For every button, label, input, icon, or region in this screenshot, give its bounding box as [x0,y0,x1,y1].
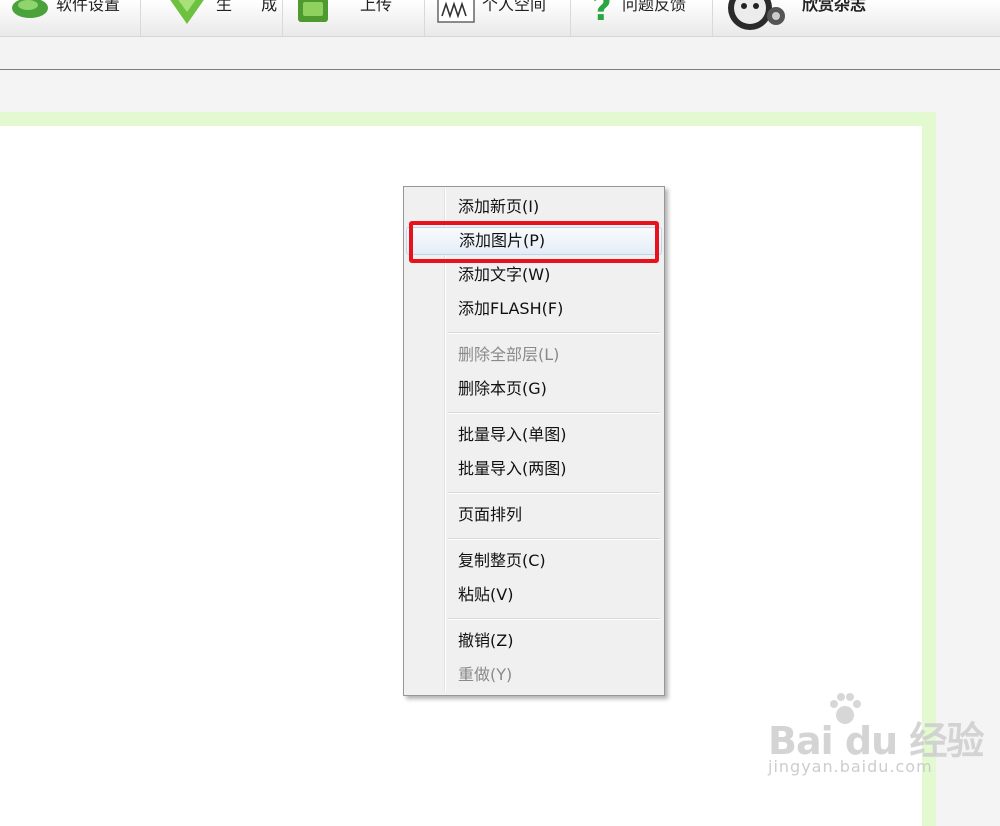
avatar-icon [728,0,785,30]
menu-item-label: 添加新页(I) [458,197,540,216]
upload-icon [298,0,328,22]
menu-separator [448,618,660,620]
menu-item-label: 复制整页(C) [458,551,546,570]
menu-item-batch-import-single[interactable]: 批量导入(单图) [406,421,662,449]
toolbar-label-personal-space: 个人空间 [482,0,547,14]
menu-item-copy-page[interactable]: 复制整页(C) [406,547,662,575]
menu-item-label: 页面排列 [458,505,523,524]
menu-item-redo: 重做(Y) [406,661,662,689]
toolbar-label-settings: 软件设置 [56,0,121,14]
toolbar: 软件设置 生 成 上传 个人空间 ? 问题反馈 [0,0,1000,37]
menu-item-label: 添加FLASH(F) [458,299,564,318]
menu-separator [448,332,660,334]
secondary-toolbar [0,37,1000,70]
menu-item-delete-page[interactable]: 删除本页(G) [406,375,662,403]
highlight-annotation-box [409,221,659,263]
help-icon: ? [592,0,612,28]
toolbar-label-browse-magazines: 欣赏杂志 [802,0,867,14]
software-settings-button[interactable]: 软件设置 [0,0,138,36]
menu-item-undo[interactable]: 撤销(Z) [406,627,662,655]
menu-separator [448,492,660,494]
menu-item-label: 批量导入(两图) [458,459,567,478]
browse-magazines-button[interactable]: 欣赏杂志 [714,0,1000,36]
toolbar-label-generate: 生 成 [216,0,277,14]
menu-item-label: 撤销(Z) [458,631,514,650]
menu-item-label: 添加文字(W) [458,265,551,284]
toolbar-label-feedback: 问题反馈 [622,0,687,14]
menu-item-label: 重做(Y) [458,665,513,684]
personal-space-button[interactable]: 个人空间 [426,0,568,36]
menu-item-label: 删除全部层(L) [458,345,560,364]
generate-button[interactable]: 生 成 [142,0,280,36]
menu-item-add-page[interactable]: 添加新页(I) [406,193,662,221]
menu-item-label: 批量导入(单图) [458,425,567,444]
menu-item-add-flash[interactable]: 添加FLASH(F) [406,295,662,323]
personal-space-icon [437,0,475,23]
generate-icon [170,0,204,24]
svg-text:?: ? [592,0,612,28]
menu-item-label: 粘贴(V) [458,585,514,604]
menu-item-paste[interactable]: 粘贴(V) [406,581,662,609]
menu-separator [448,538,660,540]
menu-item-batch-import-double[interactable]: 批量导入(两图) [406,455,662,483]
feedback-button[interactable]: ? 问题反馈 [572,0,710,36]
watermark-url: jingyan.baidu.com [768,757,933,776]
upload-button[interactable]: 上传 [284,0,424,36]
menu-item-page-arrange[interactable]: 页面排列 [406,501,662,529]
menu-item-delete-all-layers: 删除全部层(L) [406,341,662,369]
menu-item-add-text[interactable]: 添加文字(W) [406,261,662,289]
menu-separator [448,412,660,414]
settings-icon [12,0,48,18]
toolbar-label-upload: 上传 [360,0,393,14]
menu-item-label: 删除本页(G) [458,379,547,398]
